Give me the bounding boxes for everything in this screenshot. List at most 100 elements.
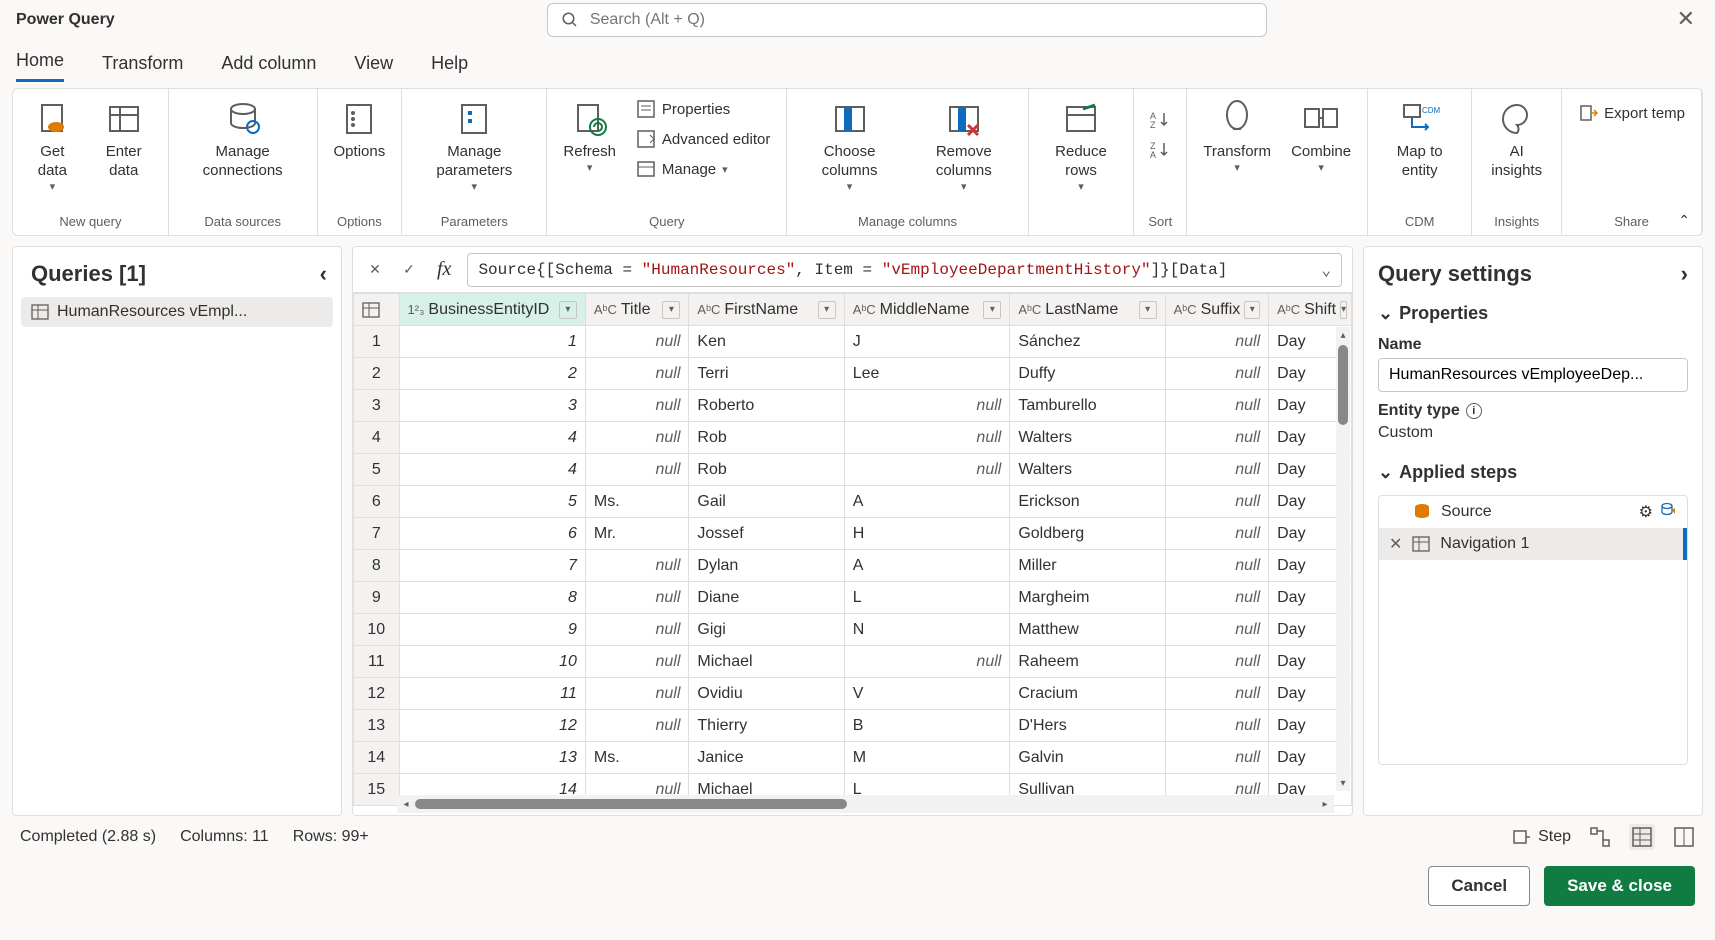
cell[interactable]: Lee xyxy=(844,358,1010,390)
cell[interactable]: Ovidiu xyxy=(689,678,844,710)
cell[interactable]: null xyxy=(1165,454,1269,486)
table-row[interactable]: 22nullTerriLeeDuffynullDay xyxy=(354,358,1352,390)
formula-bar[interactable]: Source{[Schema = "HumanResources", Item … xyxy=(467,253,1342,287)
cell[interactable]: null xyxy=(1165,646,1269,678)
cell[interactable]: 6 xyxy=(399,518,585,550)
table-row[interactable]: 98nullDianeLMargheimnullDay xyxy=(354,582,1352,614)
cell[interactable]: null xyxy=(585,326,689,358)
properties-button[interactable]: Properties xyxy=(630,95,736,123)
table-row[interactable]: 44nullRobnullWaltersnullDay xyxy=(354,422,1352,454)
cell[interactable]: Diane xyxy=(689,582,844,614)
row-number[interactable]: 4 xyxy=(354,422,400,454)
cell[interactable]: Michael xyxy=(689,646,844,678)
transform-button[interactable]: Transform xyxy=(1197,95,1277,180)
table-row[interactable]: 109nullGigiNMatthewnullDay xyxy=(354,614,1352,646)
cell[interactable]: J xyxy=(844,326,1010,358)
table-row[interactable]: 11nullKenJSáncheznullDay xyxy=(354,326,1352,358)
sort-asc-button[interactable]: AZ xyxy=(1144,105,1176,133)
cell[interactable]: null xyxy=(844,390,1010,422)
column-filter-icon[interactable]: ▾ xyxy=(1340,301,1347,319)
close-icon[interactable]: ✕ xyxy=(1677,8,1695,30)
cell[interactable]: null xyxy=(1165,358,1269,390)
column-header-middlename[interactable]: AᵇCMiddleName▾ xyxy=(844,294,1010,326)
manage-button[interactable]: Manage xyxy=(630,155,734,183)
refresh-button[interactable]: Refresh xyxy=(557,95,622,180)
map-to-entity-button[interactable]: CDM Map to entity xyxy=(1378,95,1461,185)
cell[interactable]: null xyxy=(1165,486,1269,518)
cell[interactable]: 7 xyxy=(399,550,585,582)
commit-formula-icon[interactable]: ✓ xyxy=(397,258,421,282)
sort-desc-button[interactable]: ZA xyxy=(1144,135,1176,163)
cell[interactable]: Ken xyxy=(689,326,844,358)
cancel-formula-icon[interactable]: ✕ xyxy=(363,258,387,282)
cell[interactable]: 4 xyxy=(399,422,585,454)
cell[interactable]: null xyxy=(585,614,689,646)
cell[interactable]: 2 xyxy=(399,358,585,390)
row-number[interactable]: 3 xyxy=(354,390,400,422)
cell[interactable]: null xyxy=(585,422,689,454)
scroll-left-icon[interactable]: ◂ xyxy=(397,799,415,810)
row-number[interactable]: 9 xyxy=(354,582,400,614)
cancel-button[interactable]: Cancel xyxy=(1428,866,1530,906)
cell[interactable]: null xyxy=(1165,710,1269,742)
advanced-editor-button[interactable]: Advanced editor xyxy=(630,125,776,153)
cell[interactable]: Walters xyxy=(1010,454,1165,486)
cell[interactable]: null xyxy=(585,390,689,422)
cell[interactable]: 11 xyxy=(399,678,585,710)
scroll-thumb[interactable] xyxy=(1338,345,1348,425)
collapse-ribbon-icon[interactable]: ⌃ xyxy=(1678,212,1690,229)
data-source-icon[interactable] xyxy=(1661,502,1677,518)
gear-icon[interactable]: ⚙ xyxy=(1639,502,1653,522)
cell[interactable]: A xyxy=(844,550,1010,582)
remove-columns-button[interactable]: Remove columns xyxy=(910,95,1018,198)
cell[interactable]: null xyxy=(1165,518,1269,550)
cell[interactable]: 10 xyxy=(399,646,585,678)
tab-help[interactable]: Help xyxy=(431,53,468,82)
cell[interactable]: Thierry xyxy=(689,710,844,742)
cell[interactable]: Matthew xyxy=(1010,614,1165,646)
table-row[interactable]: 33nullRobertonullTamburellonullDay xyxy=(354,390,1352,422)
cell[interactable]: null xyxy=(1165,678,1269,710)
cell[interactable]: Goldberg xyxy=(1010,518,1165,550)
table-row[interactable]: 1110nullMichaelnullRaheemnullDay xyxy=(354,646,1352,678)
reduce-rows-button[interactable]: Reduce rows xyxy=(1039,95,1124,198)
cell[interactable]: Dylan xyxy=(689,550,844,582)
diagram-view-icon[interactable] xyxy=(1589,826,1611,848)
column-filter-icon[interactable]: ▾ xyxy=(1139,301,1157,319)
get-data-button[interactable]: Get data xyxy=(23,95,82,198)
search-input[interactable] xyxy=(547,3,1267,37)
expand-settings-icon[interactable]: › xyxy=(1681,261,1688,287)
cell[interactable]: Rob xyxy=(689,422,844,454)
cell[interactable]: Rob xyxy=(689,454,844,486)
properties-section-toggle[interactable]: ⌄ Properties xyxy=(1364,297,1702,330)
cell[interactable]: M xyxy=(844,742,1010,774)
table-row[interactable]: 65Ms.GailAEricksonnullDay xyxy=(354,486,1352,518)
scroll-up-icon[interactable]: ▴ xyxy=(1336,327,1350,343)
applied-steps-toggle[interactable]: ⌄ Applied steps xyxy=(1364,456,1702,489)
cell[interactable]: null xyxy=(1165,614,1269,646)
select-all-corner[interactable] xyxy=(354,294,400,326)
cell[interactable]: null xyxy=(585,454,689,486)
cell[interactable]: Terri xyxy=(689,358,844,390)
cell[interactable]: null xyxy=(1165,550,1269,582)
table-row[interactable]: 87nullDylanAMillernullDay xyxy=(354,550,1352,582)
cell[interactable]: Roberto xyxy=(689,390,844,422)
query-list-item[interactable]: HumanResources vEmpl... xyxy=(21,297,333,327)
cell[interactable]: Gail xyxy=(689,486,844,518)
vertical-scrollbar[interactable]: ▴ ▾ xyxy=(1336,327,1350,791)
cell[interactable]: 4 xyxy=(399,454,585,486)
cell[interactable]: H xyxy=(844,518,1010,550)
cell[interactable]: Duffy xyxy=(1010,358,1165,390)
cell[interactable]: B xyxy=(844,710,1010,742)
choose-columns-button[interactable]: Choose columns xyxy=(797,95,901,198)
cell[interactable]: Mr. xyxy=(585,518,689,550)
cell[interactable]: 1 xyxy=(399,326,585,358)
cell[interactable]: null xyxy=(1165,422,1269,454)
schema-view-icon[interactable] xyxy=(1673,826,1695,848)
cell[interactable]: Erickson xyxy=(1010,486,1165,518)
table-row[interactable]: 1413Ms.JaniceMGalvinnullDay xyxy=(354,742,1352,774)
row-number[interactable]: 1 xyxy=(354,326,400,358)
manage-parameters-button[interactable]: Manage parameters xyxy=(412,95,536,198)
cell[interactable]: 13 xyxy=(399,742,585,774)
cell[interactable]: Janice xyxy=(689,742,844,774)
